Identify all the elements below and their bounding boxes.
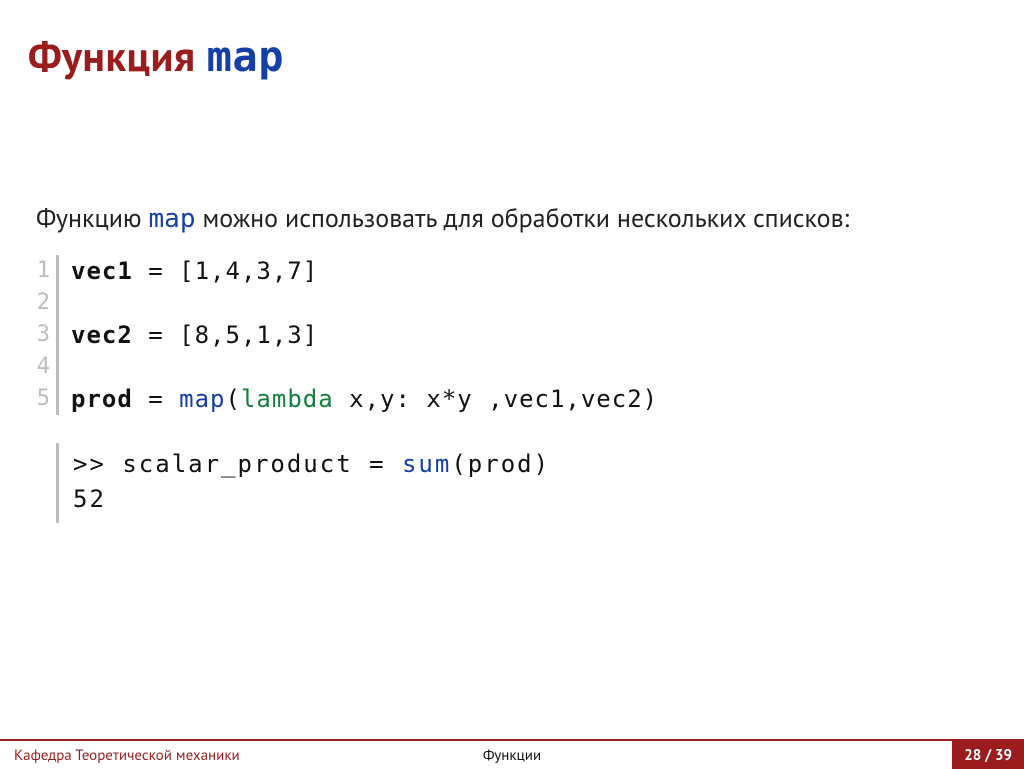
intro-pre: Функцию: [36, 202, 149, 235]
intro-text: Функцию map можно использовать для обраб…: [28, 201, 996, 237]
code-var: vec1: [71, 257, 133, 285]
footer-pager: 28 / 39: [952, 740, 1024, 769]
code-func: map: [179, 385, 225, 413]
output-result: 52: [73, 482, 996, 517]
code-rest: = [1,4,3,7]: [133, 257, 318, 285]
code-var: prod: [71, 385, 133, 413]
output-post: (prod): [451, 450, 550, 478]
code-line: vec2 = [8,5,1,3]: [71, 319, 658, 351]
line-number: 4: [34, 351, 50, 383]
code-body: vec1 = [1,4,3,7] vec2 = [8,5,1,3] prod =…: [56, 255, 658, 415]
code-line: prod = map(lambda x,y: x*y ,vec1,vec2): [71, 383, 658, 415]
title-mono: map: [207, 32, 284, 81]
intro-mono: map: [149, 204, 196, 234]
title-text: Функция: [28, 28, 207, 83]
footer-section: Функции: [483, 746, 541, 765]
code-line-blank: [71, 287, 658, 319]
code-var: vec2: [71, 321, 133, 349]
code-listing: 1 2 3 4 5 vec1 = [1,4,3,7] vec2 = [8,5,1…: [34, 255, 996, 415]
line-number-gutter: 1 2 3 4 5: [34, 255, 56, 415]
footer-department: Кафедра Теоретической механики: [14, 746, 240, 765]
line-number: 5: [34, 383, 50, 415]
output-line: >> scalar_product = sum(prod): [73, 447, 996, 482]
output-block: >> scalar_product = sum(prod) 52: [56, 443, 996, 523]
footer: Кафедра Теоретической механики Функции 2…: [0, 739, 1024, 769]
line-number: 3: [34, 319, 50, 351]
code-args: x,y: x*y ,vec1,vec2): [334, 385, 658, 413]
code-line-blank: [71, 351, 658, 383]
line-number: 2: [34, 287, 50, 319]
intro-post: можно использовать для обработки несколь…: [196, 202, 850, 235]
code-rest: = [8,5,1,3]: [133, 321, 318, 349]
output-func: sum: [402, 450, 451, 478]
code-lambda: lambda: [241, 385, 334, 413]
slide-title: Функция map: [28, 28, 996, 83]
output-pre: >> scalar_product =: [73, 450, 402, 478]
code-paren: (: [226, 385, 241, 413]
code-line: vec1 = [1,4,3,7]: [71, 255, 658, 287]
slide: Функция map Функцию map можно использова…: [0, 0, 1024, 769]
line-number: 1: [34, 255, 50, 287]
code-eq: =: [133, 385, 179, 413]
